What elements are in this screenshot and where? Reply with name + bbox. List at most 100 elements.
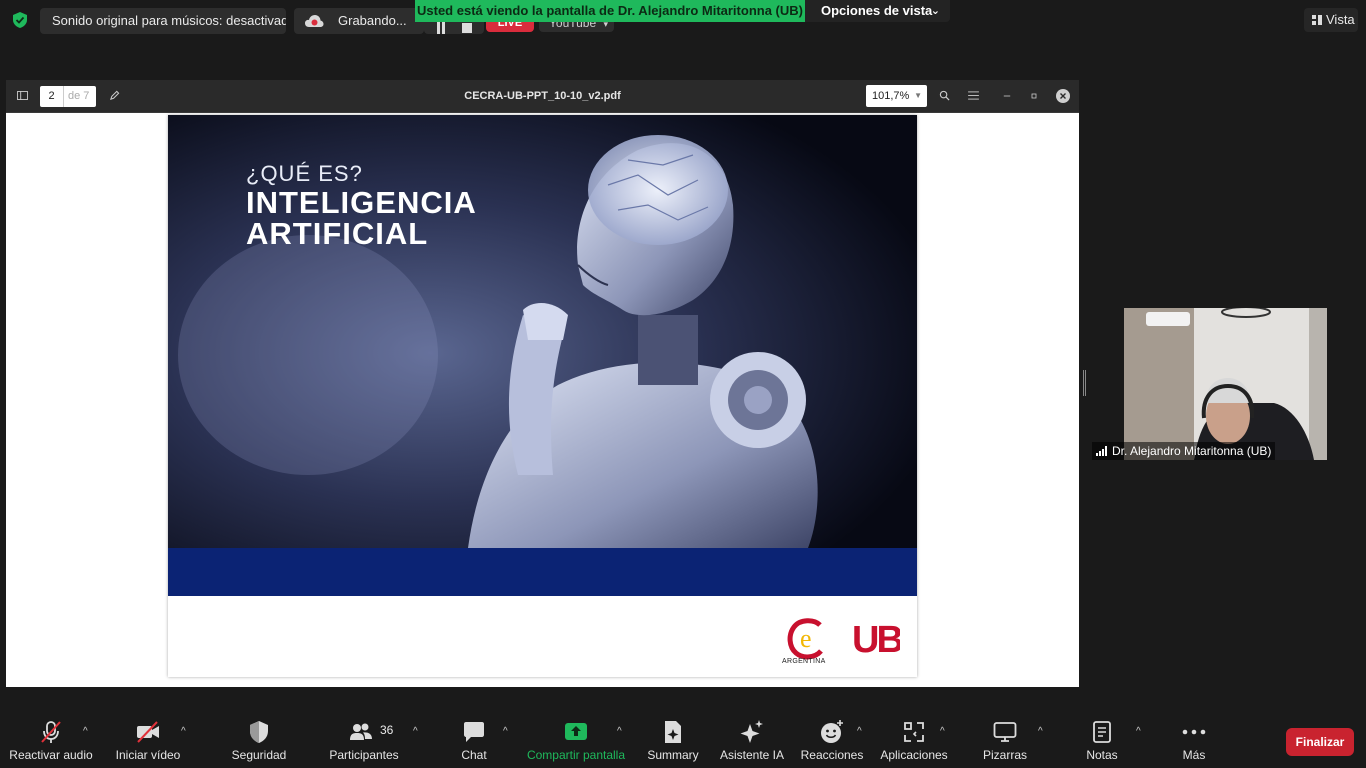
notes-label: Notas xyxy=(1086,748,1118,762)
grid-view-icon xyxy=(1312,15,1322,25)
view-button[interactable]: Vista xyxy=(1304,8,1358,32)
close-icon xyxy=(1056,89,1070,103)
view-options-label: Opciones de vista xyxy=(821,3,933,18)
unmute-button[interactable]: Reactivar audio xyxy=(6,712,96,768)
apps-button[interactable]: Aplicaciones xyxy=(876,712,952,768)
svg-text:e: e xyxy=(800,624,812,653)
participants-count: 36 xyxy=(380,723,394,737)
meeting-toolbar: Reactivar audio ^ Iniciar vídeo ^ Seguri… xyxy=(0,712,1366,768)
view-label: Vista xyxy=(1326,12,1355,27)
ub-logo: UB xyxy=(852,619,900,657)
more-label: Más xyxy=(1182,748,1206,762)
maximize-button[interactable] xyxy=(1022,85,1046,107)
minimize-icon xyxy=(1003,95,1011,97)
cloud-record-icon xyxy=(305,15,324,27)
whiteboards-button[interactable]: Pizarras xyxy=(975,712,1035,768)
share-options-caret-icon[interactable]: ^ xyxy=(617,726,627,737)
reactions-label: Reacciones xyxy=(800,748,864,762)
chat-options-caret-icon[interactable]: ^ xyxy=(503,726,513,737)
video-camera-off-icon xyxy=(137,721,159,743)
chat-button[interactable]: Chat xyxy=(446,712,502,768)
chat-label: Chat xyxy=(461,748,487,762)
security-label: Seguridad xyxy=(231,748,287,762)
summary-button[interactable]: Summary xyxy=(642,712,704,768)
hamburger-menu-icon xyxy=(967,91,979,100)
audio-options-caret-icon[interactable]: ^ xyxy=(83,726,93,737)
total-pages: de 7 xyxy=(68,90,90,102)
close-button[interactable] xyxy=(1051,85,1075,107)
start-video-label: Iniciar vídeo xyxy=(115,748,181,762)
whiteboard-icon xyxy=(993,722,1017,742)
notes-options-caret-icon[interactable]: ^ xyxy=(1136,726,1146,737)
apps-label: Aplicaciones xyxy=(880,748,948,762)
restore-icon xyxy=(1031,93,1037,99)
current-page-input[interactable]: 2 xyxy=(40,86,64,107)
ai-assistant-button[interactable]: Asistente IA xyxy=(716,712,788,768)
participant-name-label: Dr. Alejandro Mitaritonna (UB) xyxy=(1092,442,1276,460)
participant-video-tile[interactable] xyxy=(1124,308,1327,460)
participant-video-feed xyxy=(1124,308,1327,460)
end-meeting-button[interactable]: Finalizar xyxy=(1286,728,1354,756)
pdf-toolbar: 2 de 7 CECRA-UB-PPT_10-10_v2.pdf 101,7% … xyxy=(6,80,1079,113)
video-options-caret-icon[interactable]: ^ xyxy=(181,726,191,737)
reactions-button[interactable]: Reacciones xyxy=(800,712,864,768)
ai-assistant-label: Asistente IA xyxy=(719,748,785,762)
menu-button[interactable] xyxy=(961,85,985,107)
minimize-button[interactable] xyxy=(995,85,1019,107)
search-icon xyxy=(939,90,950,101)
slide-blue-band xyxy=(168,548,917,596)
participant-name: Dr. Alejandro Mitaritonna (UB) xyxy=(1112,444,1272,458)
share-screen-icon xyxy=(565,723,587,740)
chevron-down-icon: ▼ xyxy=(914,91,922,100)
apps-icon xyxy=(904,722,924,742)
shield-icon xyxy=(250,721,268,743)
participants-icon xyxy=(350,723,372,740)
start-video-button[interactable]: Iniciar vídeo xyxy=(108,712,188,768)
sparkle-icon xyxy=(740,720,763,743)
zoom-select[interactable]: 101,7% ▼ xyxy=(866,85,927,107)
whiteboards-label: Pizarras xyxy=(982,748,1027,762)
notes-icon xyxy=(1093,721,1111,743)
pencil-icon xyxy=(109,90,119,100)
panel-resize-handle[interactable] xyxy=(1083,370,1086,396)
stop-recording-icon[interactable] xyxy=(462,23,472,33)
sidebar-icon xyxy=(16,91,28,100)
participants-label: Participantes xyxy=(329,748,399,762)
whiteboards-options-caret-icon[interactable]: ^ xyxy=(1038,726,1048,737)
original-sound-status[interactable]: Sonido original para músicos: desactivad… xyxy=(40,8,286,34)
unmute-label: Reactivar audio xyxy=(9,748,93,762)
ce-logo-caption: ARGENTINA xyxy=(782,658,826,665)
participants-button[interactable]: Participantes xyxy=(326,712,402,768)
pause-recording-icon[interactable] xyxy=(436,22,446,34)
security-shield-icon[interactable] xyxy=(11,11,29,29)
share-screen-button[interactable]: Compartir pantalla xyxy=(522,712,630,768)
pdf-viewer-window: 2 de 7 CECRA-UB-PPT_10-10_v2.pdf 101,7% … xyxy=(6,80,1079,687)
annotate-button[interactable] xyxy=(102,85,126,107)
view-options-dropdown[interactable]: Opciones de vista ⌄ xyxy=(805,0,950,22)
emoji-add-icon xyxy=(821,720,843,743)
apps-options-caret-icon[interactable]: ^ xyxy=(940,726,950,737)
reactions-options-caret-icon[interactable]: ^ xyxy=(857,726,867,737)
chevron-down-icon: ⌄ xyxy=(930,5,940,17)
zoom-value: 101,7% xyxy=(872,90,910,102)
pdf-page-area[interactable]: ¿QUÉ ES? INTELIGENCIA ARTIFICIAL e ARGEN… xyxy=(6,113,1079,687)
participants-options-caret-icon[interactable]: ^ xyxy=(413,726,423,737)
more-dots-icon xyxy=(1182,729,1206,735)
ub-logo-text: UB xyxy=(852,619,900,657)
chat-bubble-icon xyxy=(464,722,484,742)
recording-indicator[interactable]: Grabando... xyxy=(294,8,424,34)
search-button[interactable] xyxy=(932,85,956,107)
microphone-muted-icon xyxy=(41,721,61,743)
presentation-slide: ¿QUÉ ES? INTELIGENCIA ARTIFICIAL e ARGEN… xyxy=(168,115,917,677)
sidebar-toggle-button[interactable] xyxy=(10,85,34,107)
slide-subtitle: ¿QUÉ ES? xyxy=(246,161,363,186)
summary-document-icon xyxy=(665,721,681,743)
signal-strength-icon xyxy=(1096,446,1107,456)
more-button[interactable]: Más xyxy=(1170,712,1218,768)
security-button[interactable]: Seguridad xyxy=(222,712,296,768)
page-number-field[interactable]: 2 de 7 xyxy=(40,86,96,107)
notes-button[interactable]: Notas xyxy=(1075,712,1129,768)
summary-label: Summary xyxy=(647,748,699,762)
slide-title-line2: ARTIFICIAL xyxy=(246,216,429,251)
recording-label: Grabando... xyxy=(338,13,407,28)
